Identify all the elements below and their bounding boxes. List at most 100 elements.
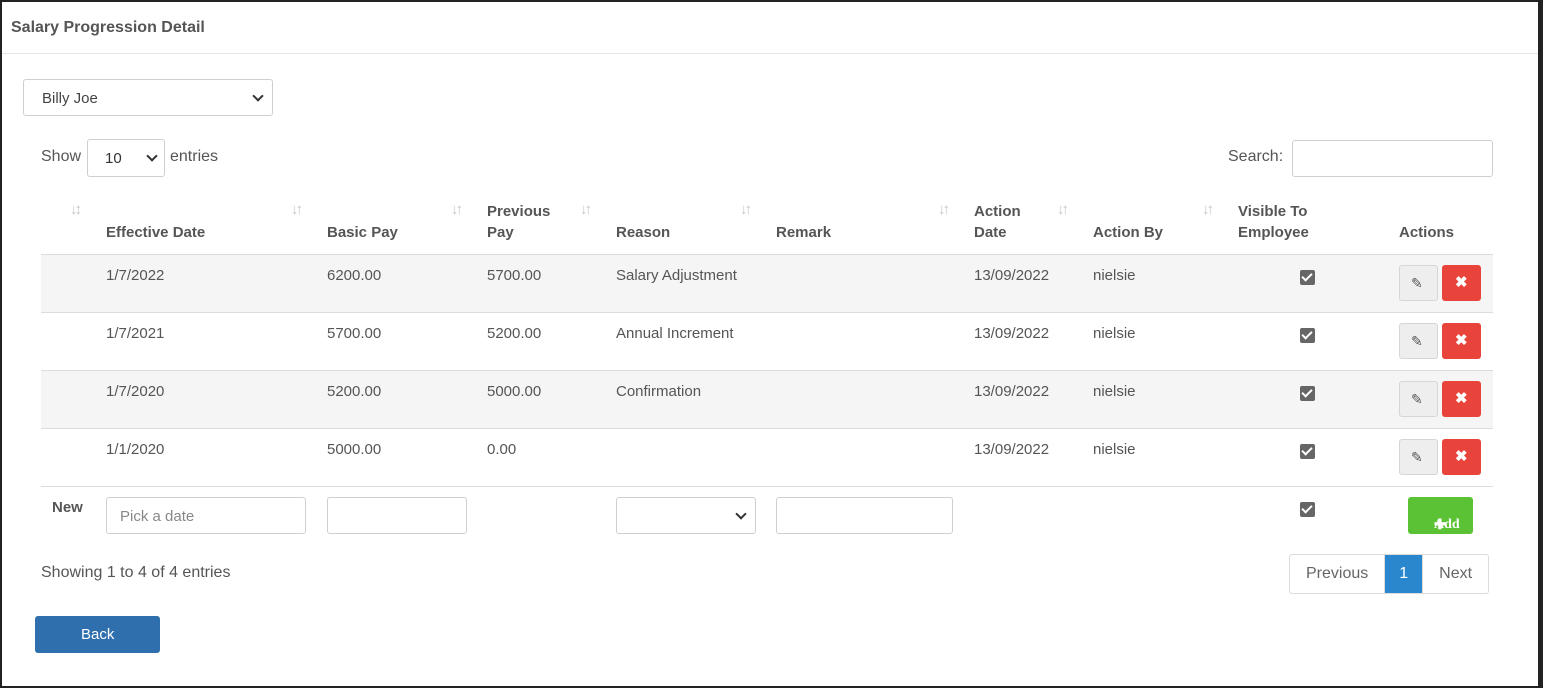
chevron-down-icon [252,90,264,102]
col-action-by[interactable]: Action By [1093,222,1163,243]
cell-previous-pay: 0.00 [487,441,517,458]
reason-select[interactable] [616,497,756,534]
cell-effective-date: 1/7/2021 [106,325,165,342]
edit-button[interactable]: ✎ [1399,439,1438,475]
col-actions: Actions [1399,224,1455,241]
cell-action-by: nielsie [1093,383,1136,400]
cell-action-date: 13/09/2022 [974,325,1050,342]
sort-icon[interactable]: ↓↑ [1057,201,1069,218]
add-label: Add [1434,517,1460,532]
date-placeholder: Pick a date [120,508,195,525]
col-previous-pay-line1: Previous [487,203,551,220]
delete-button[interactable]: ✖ [1442,323,1481,359]
cell-basic-pay: 5700.00 [327,325,382,342]
visible-checkbox[interactable] [1300,328,1315,343]
times-icon: ✖ [1455,448,1468,465]
col-action-date[interactable]: Action Date [974,201,1021,243]
col-action-date-line1: Action [974,203,1021,220]
pencil-icon: ✎ [1411,275,1423,291]
search-label: Search: [1228,148,1284,165]
col-action-date-line2: Date [974,224,1007,241]
col-previous-pay[interactable]: Previous Pay [487,201,550,243]
basic-pay-input[interactable] [327,497,467,534]
row-divider [41,486,1493,487]
entries-label: entries [170,148,219,165]
pagination: Previous 1 Next [1289,554,1490,594]
edit-button[interactable]: ✎ [1399,381,1438,417]
employee-select[interactable]: Billy Joe [23,79,273,116]
col-reason[interactable]: Reason [616,222,670,243]
page-length-value: 10 [105,150,122,167]
back-button[interactable]: Back [35,616,160,653]
times-icon: ✖ [1455,274,1468,291]
add-button[interactable]: ✚ Add [1408,497,1473,534]
col-visible-to-employee[interactable]: Visible To Employee [1238,201,1309,243]
delete-button[interactable]: ✖ [1442,439,1481,475]
new-visible-checkbox[interactable] [1300,502,1315,517]
sort-icon[interactable]: ↓↑ [291,201,303,218]
sort-icon[interactable]: ↓↑ [1202,201,1214,218]
cell-reason: Confirmation [616,383,702,400]
times-icon: ✖ [1455,332,1468,349]
cell-action-date: 13/09/2022 [974,441,1050,458]
pencil-icon: ✎ [1411,333,1423,349]
edit-button[interactable]: ✎ [1399,323,1438,359]
show-label: Show [41,148,82,165]
panel-header: Salary Progression Detail [2,2,1538,54]
page-title: Salary Progression Detail [11,19,205,36]
employee-select-value: Billy Joe [42,90,98,107]
sort-icon[interactable]: ↓↑ [451,201,463,218]
col-effective-date[interactable]: Effective Date [106,222,205,243]
cell-action-by: nielsie [1093,441,1136,458]
table-row: 1/7/2020 5200.00 5000.00 Confirmation 13… [41,371,1493,429]
cell-basic-pay: 5000.00 [327,441,382,458]
cell-action-by: nielsie [1093,267,1136,284]
cell-previous-pay: 5000.00 [487,383,542,400]
page-length-select[interactable]: 10 [87,139,165,177]
col-remark[interactable]: Remark [776,222,831,243]
col-visible-line2: Employee [1238,224,1309,241]
cell-basic-pay: 5200.00 [327,383,382,400]
col-visible-line1: Visible To [1238,203,1308,220]
cell-effective-date: 1/7/2020 [106,383,165,400]
visible-checkbox[interactable] [1300,270,1315,285]
cell-reason: Annual Increment [616,325,734,342]
cell-previous-pay: 5200.00 [487,325,542,342]
cell-previous-pay: 5700.00 [487,267,542,284]
cell-action-date: 13/09/2022 [974,267,1050,284]
effective-date-input[interactable]: Pick a date [106,497,306,534]
next-page-button[interactable]: Next [1422,555,1488,593]
table-row: 1/7/2021 5700.00 5200.00 Annual Incremen… [41,313,1493,371]
pencil-icon: ✎ [1411,449,1423,465]
delete-button[interactable]: ✖ [1442,265,1481,301]
cell-effective-date: 1/7/2022 [106,267,165,284]
table-row: 1/7/2022 6200.00 5700.00 Salary Adjustme… [41,255,1493,313]
cell-reason: Salary Adjustment [616,267,737,284]
remark-input[interactable] [776,497,953,534]
delete-button[interactable]: ✖ [1442,381,1481,417]
visible-checkbox[interactable] [1300,444,1315,459]
cell-action-by: nielsie [1093,325,1136,342]
previous-page-button[interactable]: Previous [1290,555,1386,593]
times-icon: ✖ [1455,390,1468,407]
cell-effective-date: 1/1/2020 [106,441,165,458]
search-input[interactable] [1292,140,1493,177]
back-label: Back [81,626,115,643]
edit-button[interactable]: ✎ [1399,265,1438,301]
page-1-button[interactable]: 1 [1385,555,1423,593]
new-row-label: New [52,499,83,516]
cell-basic-pay: 6200.00 [327,267,382,284]
sort-icon[interactable]: ↓↑ [740,201,752,218]
sort-icon[interactable]: ↓↕ [70,201,82,218]
col-previous-pay-line2: Pay [487,224,514,241]
pencil-icon: ✎ [1411,391,1423,407]
cell-action-date: 13/09/2022 [974,383,1050,400]
table-info: Showing 1 to 4 of 4 entries [41,564,231,581]
table-row: 1/1/2020 5000.00 0.00 13/09/2022 nielsie… [41,429,1493,487]
chevron-down-icon [735,508,747,520]
chevron-down-icon [146,150,158,162]
visible-checkbox[interactable] [1300,386,1315,401]
col-basic-pay[interactable]: Basic Pay [327,222,398,243]
sort-icon[interactable]: ↓↑ [580,201,592,218]
sort-icon[interactable]: ↓↑ [938,201,950,218]
